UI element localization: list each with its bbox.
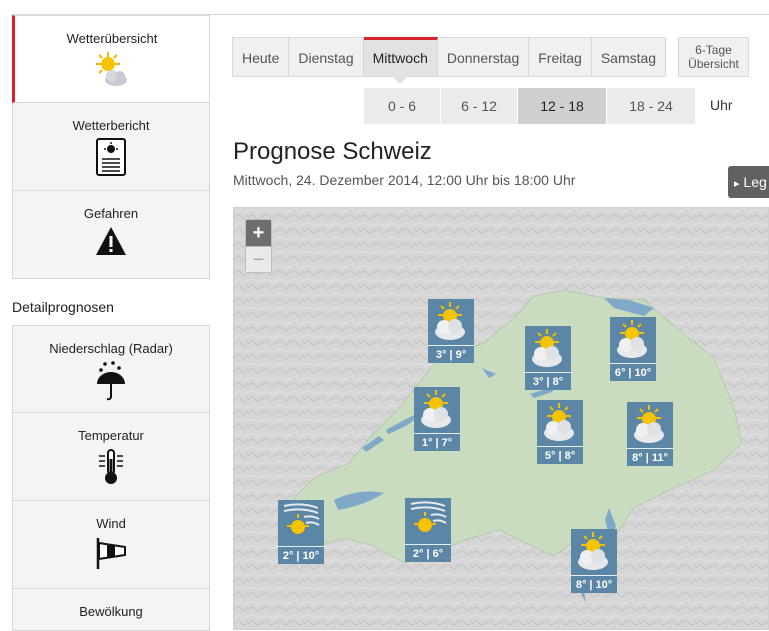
- temperature-range: 5° | 8°: [537, 446, 583, 464]
- tab-samstag[interactable]: Samstag: [591, 37, 667, 77]
- zoom-in-button[interactable]: +: [246, 220, 271, 246]
- windsock-icon: [96, 538, 126, 569]
- sidebar-item-label: Bewölkung: [79, 604, 143, 619]
- legend-button[interactable]: ▸ Leg: [728, 166, 769, 198]
- forecast-period: Mittwoch, 24. Dezember 2014, 12:00 Uhr b…: [233, 172, 576, 188]
- sun-fog-icon: [405, 498, 451, 544]
- sun-cloud-icon: [525, 326, 571, 372]
- sun-cloud-icon: [610, 317, 656, 363]
- sidebar-item-gefahren[interactable]: Gefahren: [12, 191, 210, 279]
- tab-dienstag[interactable]: Dienstag: [289, 37, 364, 77]
- report-icon: [96, 138, 126, 176]
- time-unit: Uhr: [710, 97, 733, 113]
- sidebar-item-label: Niederschlag (Radar): [49, 341, 173, 356]
- temperature-range: 8° | 10°: [571, 575, 617, 593]
- sidebar-item-wetterbericht[interactable]: Wetterbericht: [12, 103, 210, 191]
- umbrella-rain-icon: [97, 361, 125, 401]
- time-tabs: 0 - 6 6 - 12 12 - 18 18 - 24: [364, 88, 696, 124]
- sidebar-item-wetteruebersicht[interactable]: Wetterübersicht: [12, 15, 210, 103]
- sun-cloud-icon: [571, 529, 617, 575]
- temperature-range: 6° | 10°: [610, 363, 656, 381]
- forecast-marker[interactable]: 5° | 8°: [537, 400, 583, 464]
- sun-cloud-icon: [537, 400, 583, 446]
- forecast-marker[interactable]: 3° | 9°: [428, 299, 474, 363]
- sidebar-item-label: Temperatur: [78, 428, 144, 443]
- tab-heute[interactable]: Heute: [232, 37, 290, 77]
- tab-mittwoch[interactable]: Mittwoch: [363, 37, 438, 84]
- weather-map[interactable]: + − 3° | 9° 3° | 8° 6° | 10° 1° | 7° 5° …: [233, 207, 769, 630]
- sidebar: Wetterübersicht Wetterbericht Gefahren D…: [12, 15, 210, 631]
- six-day-line1: 6-Tage: [695, 43, 732, 57]
- sun-cloud-icon: [96, 52, 127, 86]
- sidebar-item-label: Wind: [96, 516, 126, 531]
- legend-label: Leg: [743, 174, 767, 190]
- sun-fog-icon: [278, 500, 324, 546]
- thermometer-icon: [99, 449, 123, 484]
- sidebar-item-bewoelkung[interactable]: Bewölkung: [12, 589, 210, 631]
- page-title: Prognose Schweiz: [233, 138, 432, 165]
- zoom-out-button[interactable]: −: [246, 246, 271, 272]
- sun-cloud-icon: [414, 387, 460, 433]
- detail-heading: Detailprognosen: [12, 279, 210, 325]
- switzerland-map-shape: [234, 208, 768, 629]
- sidebar-item-niederschlag[interactable]: Niederschlag (Radar): [12, 325, 210, 413]
- forecast-marker[interactable]: 8° | 11°: [627, 402, 673, 466]
- sidebar-item-wind[interactable]: Wind: [12, 501, 210, 589]
- sun-cloud-icon: [627, 402, 673, 448]
- day-tabs: Heute Dienstag Mittwoch Donnerstag Freit…: [232, 37, 667, 84]
- tab-time-6-12[interactable]: 6 - 12: [441, 88, 518, 124]
- forecast-marker[interactable]: 1° | 7°: [414, 387, 460, 451]
- chevron-right-icon: ▸: [734, 178, 740, 190]
- temperature-range: 1° | 7°: [414, 433, 460, 451]
- temperature-range: 2° | 10°: [278, 546, 324, 564]
- temperature-range: 3° | 8°: [525, 372, 571, 390]
- sidebar-item-label: Wetterübersicht: [66, 31, 158, 46]
- forecast-marker[interactable]: 2° | 6°: [405, 498, 451, 562]
- zoom-control: + −: [245, 219, 272, 273]
- forecast-marker[interactable]: 2° | 10°: [278, 500, 324, 564]
- forecast-marker[interactable]: 6° | 10°: [610, 317, 656, 381]
- forecast-marker[interactable]: 8° | 10°: [571, 529, 617, 593]
- six-day-overview-button[interactable]: 6-Tage Übersicht: [678, 37, 749, 77]
- tab-freitag[interactable]: Freitag: [529, 37, 592, 77]
- sun-cloud-icon: [428, 299, 474, 345]
- tab-time-12-18[interactable]: 12 - 18: [518, 88, 607, 124]
- temperature-range: 3° | 9°: [428, 345, 474, 363]
- tab-time-0-6[interactable]: 0 - 6: [364, 88, 441, 124]
- sidebar-item-temperatur[interactable]: Temperatur: [12, 413, 210, 501]
- temperature-range: 8° | 11°: [627, 448, 673, 466]
- warning-icon: [96, 227, 126, 255]
- tab-time-18-24[interactable]: 18 - 24: [607, 88, 696, 124]
- six-day-line2: Übersicht: [688, 57, 739, 71]
- temperature-range: 2° | 6°: [405, 544, 451, 562]
- tab-donnerstag[interactable]: Donnerstag: [437, 37, 530, 77]
- sidebar-item-label: Gefahren: [83, 206, 139, 221]
- sidebar-item-label: Wetterbericht: [72, 118, 150, 133]
- forecast-marker[interactable]: 3° | 8°: [525, 326, 571, 390]
